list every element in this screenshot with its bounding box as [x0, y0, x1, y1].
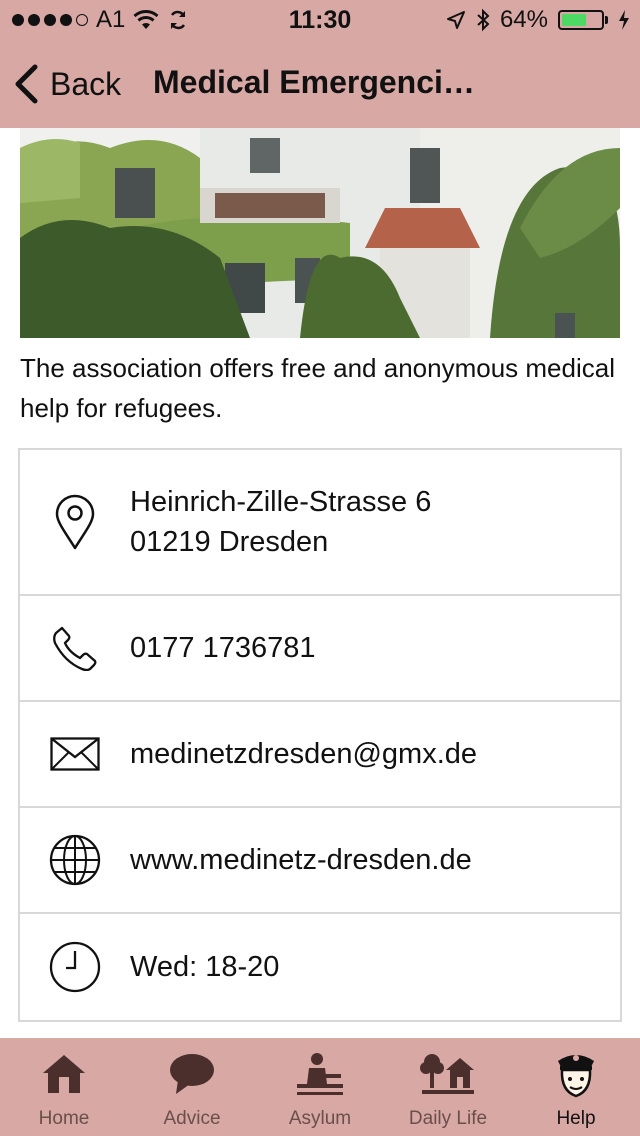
- tab-help[interactable]: Help: [512, 1038, 640, 1136]
- description-text: The association offers free and anonymou…: [20, 353, 615, 423]
- chevron-left-icon: [15, 64, 38, 104]
- phone-icon: [20, 625, 130, 671]
- address-street: Heinrich-Zille-Strasse 6: [130, 486, 432, 518]
- sync-icon: [171, 10, 186, 30]
- tab-daily-life[interactable]: Daily Life: [384, 1038, 512, 1136]
- tab-home-label: Home: [38, 1108, 90, 1129]
- navigation-bar: Back Medical Emergenci…: [0, 40, 640, 128]
- home-icon: [41, 1048, 87, 1100]
- building-photo: [20, 128, 620, 338]
- building-photo-illustration: [20, 128, 620, 338]
- battery-icon: [558, 10, 608, 30]
- tree-house-icon: [420, 1048, 476, 1100]
- envelope-icon: [20, 737, 130, 771]
- tab-advice[interactable]: Advice: [128, 1038, 256, 1136]
- status-left: A1: [12, 6, 189, 34]
- page-title: Medical Emergenci…: [153, 64, 475, 100]
- battery-percent: 64%: [499, 6, 548, 33]
- address-row[interactable]: Heinrich-Zille-Strasse 6 01219 Dresden: [20, 450, 620, 596]
- phone-row[interactable]: 0177 1736781: [20, 596, 620, 702]
- signal-strength-icon: [12, 14, 88, 26]
- desk-person-icon: [295, 1048, 345, 1100]
- charging-bolt-icon: [619, 10, 629, 30]
- wifi-icon: [133, 10, 159, 29]
- carrier-name: A1: [96, 6, 126, 33]
- bluetooth-icon: [477, 8, 490, 32]
- map-pin-icon: [20, 494, 130, 550]
- status-bar: A1 11:30 64%: [0, 0, 640, 40]
- website-row[interactable]: www.medinetz-dresden.de: [20, 808, 620, 914]
- website-url: www.medinetz-dresden.de: [130, 844, 472, 876]
- opening-hours-row[interactable]: Wed: 18-20: [20, 914, 620, 1020]
- tab-daily-life-label: Daily Life: [408, 1108, 488, 1129]
- police-officer-icon: [553, 1048, 599, 1100]
- contact-list: Heinrich-Zille-Strasse 6 01219 Dresden 0…: [18, 448, 622, 1022]
- back-button[interactable]: Back: [14, 60, 121, 108]
- address-text: Heinrich-Zille-Strasse 6 01219 Dresden: [130, 482, 431, 562]
- email-row[interactable]: medinetzdresden@gmx.de: [20, 702, 620, 808]
- email-address: medinetzdresden@gmx.de: [130, 738, 478, 770]
- opening-hours: Wed: 18-20: [130, 951, 280, 983]
- speech-bubble-icon: [168, 1048, 216, 1100]
- tab-asylum[interactable]: Asylum: [256, 1038, 384, 1136]
- location-arrow-icon: [446, 11, 465, 29]
- phone-number: 0177 1736781: [130, 632, 316, 664]
- address-city: 01219 Dresden: [130, 526, 329, 558]
- back-label: Back: [50, 65, 122, 102]
- tab-asylum-label: Asylum: [288, 1108, 352, 1129]
- status-right: 64%: [446, 6, 630, 34]
- globe-icon: [20, 834, 130, 886]
- clock-icon: [20, 941, 130, 993]
- tab-home[interactable]: Home: [0, 1038, 128, 1136]
- tab-advice-label: Advice: [163, 1108, 221, 1129]
- tab-help-label: Help: [556, 1108, 596, 1129]
- tab-bar: Home Advice Asylum Daily Life Help: [0, 1038, 640, 1136]
